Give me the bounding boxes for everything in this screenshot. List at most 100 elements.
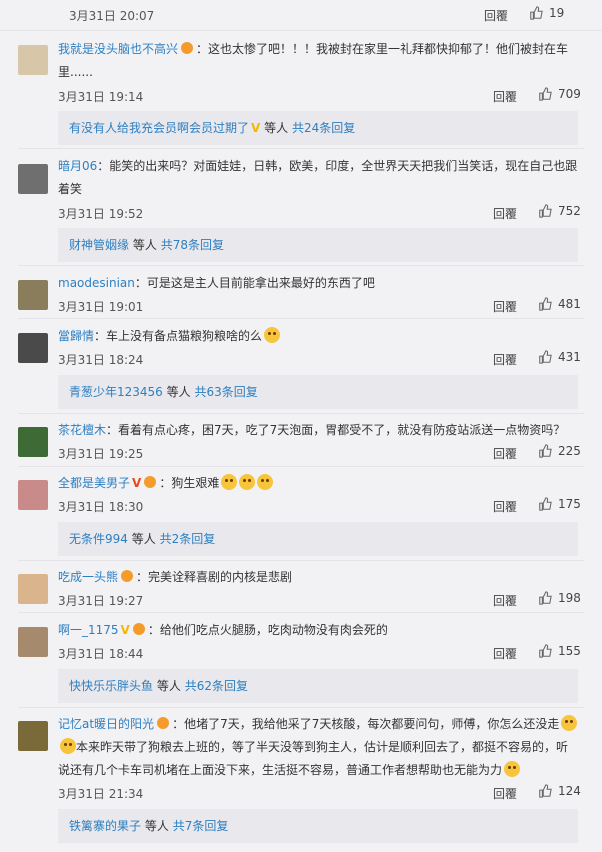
dog-emoji-icon xyxy=(221,474,238,490)
avatar[interactable] xyxy=(18,721,48,751)
sub-reply-summary[interactable]: 无条件994 等人 共2条回复 xyxy=(58,522,578,556)
avatar[interactable] xyxy=(18,574,48,604)
username[interactable]: 暗月06 xyxy=(58,159,97,173)
username[interactable]: 啊一_1175 xyxy=(58,623,119,637)
divider xyxy=(18,318,584,319)
vip-icon: V xyxy=(251,121,261,135)
sub-reply-count[interactable]: 共2条回复 xyxy=(160,532,216,546)
like-button[interactable]: 19 xyxy=(529,6,564,20)
sub-reply-user[interactable]: 财神管姻缘 xyxy=(69,238,129,252)
sub-reply-count[interactable]: 共78条回复 xyxy=(161,238,224,252)
reply-button[interactable]: 回覆 xyxy=(493,645,517,662)
reply-button[interactable]: 回覆 xyxy=(493,498,517,515)
like-button[interactable]: 225 xyxy=(538,444,581,458)
comment-text-continued: 本来昨天带了狗粮去上班的，等了半天没等到狗主人，估计是顺利回去了，都挺不容易的，… xyxy=(58,740,569,777)
thumbs-up-icon xyxy=(539,444,552,458)
username[interactable]: 我就是没头脑也不高兴 xyxy=(58,42,178,56)
reply-button[interactable]: 回覆 xyxy=(493,785,517,802)
divider xyxy=(18,148,584,149)
avatar[interactable] xyxy=(18,280,48,310)
like-count: 124 xyxy=(558,784,581,798)
like-count: 431 xyxy=(558,350,581,364)
sub-reply-count[interactable]: 共63条回复 xyxy=(194,385,257,399)
like-count: 19 xyxy=(549,6,565,20)
like-count: 198 xyxy=(558,591,581,605)
comment-time: 3月31日 19:52 xyxy=(58,207,144,221)
sub-reply-count[interactable]: 共24条回复 xyxy=(292,121,355,135)
avatar[interactable] xyxy=(18,164,48,194)
sweat-emoji-icon xyxy=(561,715,578,731)
comment-time: 3月31日 20:07 xyxy=(69,9,155,23)
sub-reply-summary[interactable]: 有没有人给我充会员啊会员过期了 V 等人 共24条回复 xyxy=(58,111,578,145)
reply-button[interactable]: 回覆 xyxy=(484,7,508,24)
like-button[interactable]: 431 xyxy=(538,350,581,364)
comment-time: 3月31日 19:01 xyxy=(58,300,144,314)
username[interactable]: 记忆at暖日的阳光 xyxy=(58,717,154,731)
avatar[interactable] xyxy=(18,333,48,363)
fan-badge-icon xyxy=(181,42,194,54)
sub-reply-user[interactable]: 无条件994 xyxy=(69,532,128,546)
comment-text: 他堵了7天，我给他采了7天核酸，每次都要问句，师傅，你怎么还没走 xyxy=(184,717,560,731)
thumbs-up-icon xyxy=(539,784,552,798)
sub-reply-summary[interactable]: 铁篱寨的果子 等人 共7条回复 xyxy=(58,809,578,843)
like-count: 481 xyxy=(558,297,581,311)
username[interactable]: 當歸情 xyxy=(58,329,94,343)
like-button[interactable]: 481 xyxy=(538,297,581,311)
username[interactable]: 吃成一头熊 xyxy=(58,570,118,584)
fan-badge-icon xyxy=(132,623,145,635)
thumbs-up-icon xyxy=(539,87,552,101)
comment-time: 3月31日 19:27 xyxy=(58,594,144,608)
sub-reply-summary[interactable]: 快快乐乐胖头鱼 等人 共62条回复 xyxy=(58,669,578,703)
comment-text: 车上没有备点猫粮狗粮啥的么 xyxy=(106,329,263,343)
reply-button[interactable]: 回覆 xyxy=(493,205,517,222)
sub-reply-summary[interactable]: 青葱少年123456 等人 共63条回复 xyxy=(58,375,578,409)
reply-button[interactable]: 回覆 xyxy=(493,445,517,462)
fan-badge-icon xyxy=(157,717,170,729)
sub-reply-user[interactable]: 铁篱寨的果子 xyxy=(69,819,141,833)
like-button[interactable]: 709 xyxy=(538,87,581,101)
like-button[interactable]: 155 xyxy=(538,644,581,658)
comment-time: 3月31日 18:44 xyxy=(58,647,144,661)
like-button[interactable]: 198 xyxy=(538,591,581,605)
comment-text: 完美诠释喜剧的内核是悲剧 xyxy=(148,570,293,584)
sub-reply-user[interactable]: 有没有人给我充会员啊会员过期了 xyxy=(69,121,249,135)
dog-emoji-icon xyxy=(257,474,274,490)
comment-time: 3月31日 18:24 xyxy=(58,353,144,367)
sub-reply-summary[interactable]: 财神管姻缘 等人 共78条回复 xyxy=(58,228,578,262)
reply-button[interactable]: 回覆 xyxy=(493,298,517,315)
comment-time: 3月31日 18:30 xyxy=(58,500,144,514)
avatar[interactable] xyxy=(18,627,48,657)
divider xyxy=(18,560,584,561)
comment-time: 3月31日 21:34 xyxy=(58,787,144,801)
fan-badge-icon xyxy=(144,476,157,488)
sub-reply-user[interactable]: 快快乐乐胖头鱼 xyxy=(69,679,153,693)
reply-button[interactable]: 回覆 xyxy=(493,592,517,609)
sweat-emoji-icon xyxy=(60,738,76,754)
sub-reply-text: 等人 xyxy=(166,385,191,399)
comment-text: 看着有点心疼，困7天，吃了7天泡面，胃都受不了，就没有防疫站派送一点物资吗？ xyxy=(118,423,566,437)
shocked-emoji-icon xyxy=(504,761,521,777)
sub-reply-text: 等人 xyxy=(144,819,169,833)
reply-button[interactable]: 回覆 xyxy=(493,351,517,368)
previous-comment-footer: 3月31日 20:07 回覆 19 xyxy=(0,0,602,30)
like-button[interactable]: 124 xyxy=(538,784,581,798)
comment-text: 可是这是主人目前能拿出来最好的东西了吧 xyxy=(146,276,375,290)
username[interactable]: 全都是美男子 xyxy=(58,476,130,490)
like-button[interactable]: 175 xyxy=(538,497,581,511)
thumbs-up-icon xyxy=(539,204,552,218)
username[interactable]: maodesinian xyxy=(58,276,135,290)
like-count: 155 xyxy=(558,644,581,658)
divider xyxy=(18,612,584,613)
sub-reply-count[interactable]: 共7条回复 xyxy=(173,819,229,833)
vip-icon: V xyxy=(132,476,142,490)
username[interactable]: 茶花檀木 xyxy=(58,423,106,437)
avatar[interactable] xyxy=(18,45,48,75)
avatar[interactable] xyxy=(18,480,48,510)
avatar[interactable] xyxy=(18,427,48,457)
sub-reply-text: 等人 xyxy=(132,238,157,252)
sub-reply-count[interactable]: 共62条回复 xyxy=(185,679,248,693)
reply-button[interactable]: 回覆 xyxy=(493,88,517,105)
sub-reply-user[interactable]: 青葱少年123456 xyxy=(69,385,163,399)
like-button[interactable]: 752 xyxy=(538,204,581,218)
divider xyxy=(18,707,584,708)
